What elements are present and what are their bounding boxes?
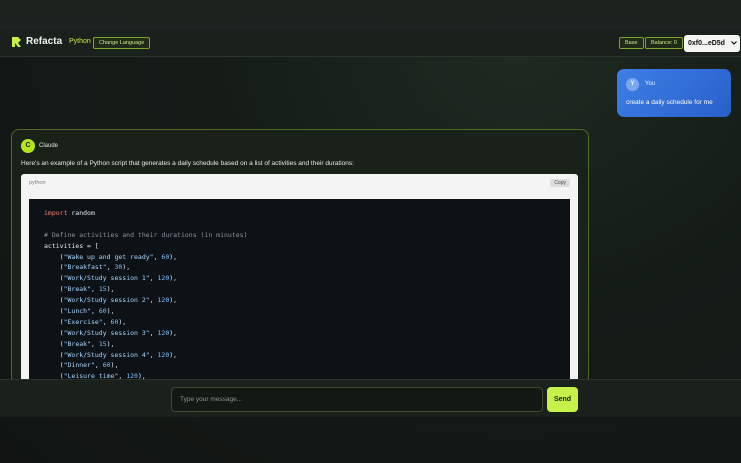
code-token: ( bbox=[44, 328, 64, 337]
assistant-message: C Claude Here's an example of a Python s… bbox=[11, 129, 589, 391]
code-token: 120 bbox=[157, 328, 170, 337]
code-token: "Work/Study session 4" bbox=[63, 350, 150, 359]
code-line: ("Work/Study session 2", 120), bbox=[44, 295, 248, 306]
brand-name: Refacta bbox=[26, 36, 63, 47]
code-token: , bbox=[90, 285, 99, 294]
code-token: ), bbox=[122, 263, 131, 272]
code-token: , bbox=[149, 274, 158, 283]
code-token: ), bbox=[106, 285, 115, 294]
code-token: "Work/Study session 2" bbox=[63, 296, 150, 305]
send-button[interactable]: Send bbox=[547, 387, 578, 412]
code-token: ), bbox=[106, 307, 115, 316]
code-line: import random bbox=[44, 208, 248, 219]
code-content[interactable]: import random # Define activities and the… bbox=[29, 199, 570, 390]
code-line: ("Wake up and get ready", 60), bbox=[44, 252, 248, 263]
code-token: 120 bbox=[157, 274, 170, 283]
code-line: ("Break", 15), bbox=[44, 284, 248, 295]
code-token: "Break" bbox=[63, 339, 91, 348]
code-token: "Exercise" bbox=[63, 317, 103, 326]
copy-code-button[interactable]: Copy bbox=[550, 179, 570, 187]
code-token: , bbox=[90, 307, 99, 316]
code-token: 60 bbox=[102, 361, 111, 370]
assistant-avatar: C bbox=[21, 139, 35, 153]
code-token: "Dinner" bbox=[63, 361, 95, 370]
code-token: ), bbox=[169, 274, 178, 283]
network-badge[interactable]: Base bbox=[619, 37, 644, 49]
user-message-text: create a daily schedule for me bbox=[626, 99, 713, 106]
balance-badge: Balance: 0 bbox=[645, 37, 683, 49]
code-token: "Work/Study session 3" bbox=[63, 328, 150, 337]
code-token: # Define activities and their durations … bbox=[44, 230, 248, 239]
code-token: import bbox=[44, 209, 68, 217]
code-token: ), bbox=[169, 296, 178, 305]
current-language: Python bbox=[69, 38, 91, 45]
code-token: random bbox=[67, 209, 95, 217]
change-language-button[interactable]: Change Language bbox=[93, 37, 151, 49]
user-author: You bbox=[645, 81, 656, 87]
code-token: ), bbox=[118, 317, 127, 326]
code-token: ), bbox=[106, 339, 115, 348]
code-token: ( bbox=[44, 307, 64, 316]
code-line: ("Work/Study session 3", 120), bbox=[44, 328, 248, 339]
code-line: ("Dinner", 60), bbox=[44, 360, 248, 371]
code-line: # Define activities and their durations … bbox=[44, 230, 248, 241]
code-line: ("Exercise", 60), bbox=[44, 317, 248, 328]
wallet-button[interactable]: 0xf0...eD5d bbox=[684, 35, 740, 52]
code-token: ( bbox=[44, 252, 64, 261]
code-token: "Lunch" bbox=[63, 307, 91, 316]
window-top-band bbox=[0, 0, 741, 30]
code-token: ( bbox=[44, 317, 64, 326]
code-line: ("Breakfast", 30), bbox=[44, 262, 248, 273]
code-token: , bbox=[149, 350, 158, 359]
code-token: , bbox=[149, 296, 158, 305]
code-line: ("Break", 15), bbox=[44, 339, 248, 350]
user-message: Y You create a daily schedule for me bbox=[617, 69, 731, 117]
code-token: , bbox=[90, 339, 99, 348]
code-line: ("Work/Study session 4", 120), bbox=[44, 350, 248, 361]
code-token: ( bbox=[44, 296, 64, 305]
user-avatar: Y bbox=[626, 78, 639, 91]
code-token: 60 bbox=[98, 307, 107, 316]
assistant-author: Claude bbox=[39, 143, 59, 149]
code-token: "Break" bbox=[63, 285, 91, 294]
code-token: , bbox=[149, 328, 158, 337]
code-token: ), bbox=[110, 361, 119, 370]
code-token: "Work/Study session 1" bbox=[63, 274, 150, 283]
code-language-label: python bbox=[29, 180, 46, 186]
code-token: , bbox=[102, 317, 111, 326]
composer-bar: Send bbox=[0, 379, 741, 417]
code-token: ( bbox=[44, 339, 64, 348]
code-token: 15 bbox=[98, 339, 107, 348]
code-token: ( bbox=[44, 274, 64, 283]
code-token: ( bbox=[44, 350, 64, 359]
assistant-intro-text: Here's an example of a Python script tha… bbox=[21, 160, 354, 167]
code-token: 120 bbox=[157, 296, 170, 305]
code-line: ("Work/Study session 1", 120), bbox=[44, 273, 248, 284]
code-line: activities = [ bbox=[44, 241, 248, 252]
code-token: 120 bbox=[157, 350, 170, 359]
code-token: ), bbox=[169, 252, 178, 261]
code-lines: import random # Define activities and the… bbox=[44, 208, 248, 382]
app-header: Refacta Python Change Language Base Bala… bbox=[0, 30, 741, 57]
wallet-address: 0xf0...eD5d bbox=[688, 40, 725, 47]
code-token: ), bbox=[169, 328, 178, 337]
code-token: 15 bbox=[98, 285, 107, 294]
code-token: activities = [ bbox=[44, 241, 99, 250]
message-input[interactable] bbox=[171, 387, 543, 412]
code-token: "Breakfast" bbox=[63, 263, 107, 272]
code-token: , bbox=[94, 361, 103, 370]
refacta-logo-icon bbox=[12, 37, 21, 47]
code-token: ( bbox=[44, 361, 64, 370]
code-token: "Wake up and get ready" bbox=[63, 252, 154, 261]
code-token: ( bbox=[44, 285, 64, 294]
code-block: python Copy import random # Define activi… bbox=[21, 174, 578, 390]
chevron-down-icon bbox=[731, 41, 737, 45]
code-line: ("Lunch", 60), bbox=[44, 306, 248, 317]
code-token: ), bbox=[169, 350, 178, 359]
code-token: ( bbox=[44, 263, 64, 272]
